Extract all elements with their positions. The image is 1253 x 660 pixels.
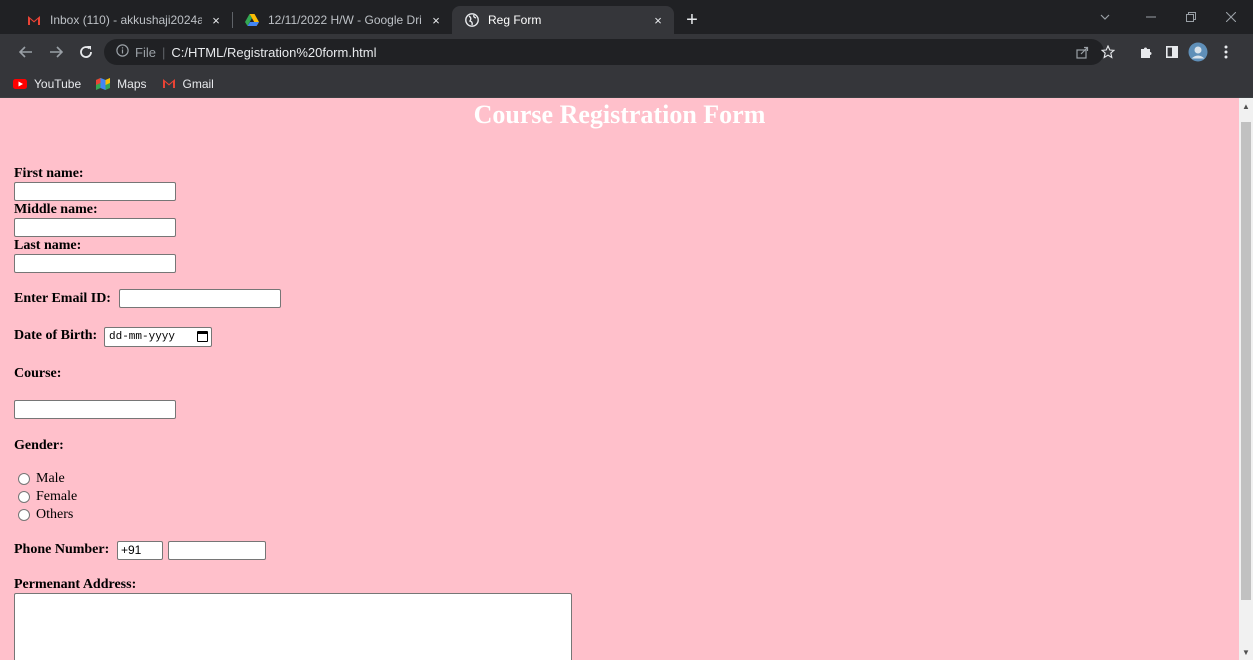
bookmark-label: YouTube bbox=[34, 76, 82, 91]
info-icon[interactable] bbox=[116, 44, 129, 60]
globe-icon bbox=[464, 12, 480, 28]
bookmarks-bar: YouTube Maps Gmail bbox=[0, 70, 1253, 98]
middle-name-input[interactable] bbox=[14, 218, 176, 237]
profile-avatar-icon[interactable] bbox=[1186, 40, 1210, 64]
forward-button[interactable] bbox=[44, 40, 68, 64]
close-icon[interactable]: × bbox=[208, 12, 224, 28]
page-title: Course Registration Form bbox=[473, 100, 766, 129]
page-viewport: Course Registration Form First name: Mid… bbox=[0, 98, 1239, 660]
phone-code-input[interactable]: +91 bbox=[117, 541, 163, 560]
page-scrollbar[interactable]: ▲ ▼ bbox=[1239, 98, 1253, 660]
address-label: Permenant Address: bbox=[14, 577, 137, 592]
back-button[interactable] bbox=[14, 40, 38, 64]
address-textarea[interactable] bbox=[14, 593, 572, 660]
minimize-icon[interactable] bbox=[1132, 6, 1170, 28]
youtube-icon bbox=[12, 78, 28, 90]
extensions-icon[interactable] bbox=[1134, 40, 1158, 64]
dob-placeholder: dd-mm-yyyy bbox=[109, 331, 176, 343]
bookmark-label: Maps bbox=[117, 76, 147, 91]
bookmark-gmail[interactable]: Gmail bbox=[161, 77, 214, 91]
tab-title: Reg Form bbox=[488, 13, 542, 27]
tab-gmail[interactable]: Inbox (110) - akkushaji2024a@m × bbox=[14, 6, 232, 34]
tab-search-icon[interactable] bbox=[1086, 6, 1124, 28]
gender-option-others[interactable]: Others bbox=[14, 507, 73, 523]
calendar-icon[interactable] bbox=[197, 331, 208, 342]
gender-label: Gender: bbox=[14, 438, 64, 453]
google-drive-icon bbox=[244, 12, 260, 28]
gmail-icon bbox=[26, 12, 42, 28]
radio-label: Others bbox=[36, 507, 74, 522]
address-bar[interactable]: File | C:/HTML/Registration%20form.html bbox=[104, 39, 1104, 65]
first-name-label: First name: bbox=[14, 166, 84, 181]
menu-icon[interactable] bbox=[1214, 40, 1238, 64]
scroll-down-arrow-icon[interactable]: ▼ bbox=[1239, 644, 1253, 660]
url-text: C:/HTML/Registration%20form.html bbox=[171, 44, 377, 60]
restore-icon[interactable] bbox=[1172, 6, 1210, 28]
radio-button[interactable] bbox=[18, 509, 30, 521]
dob-label: Date of Birth: bbox=[14, 328, 98, 343]
dob-date-input[interactable]: dd-mm-yyyy bbox=[104, 327, 212, 347]
scheme-label: File bbox=[135, 44, 156, 60]
side-panel-icon[interactable] bbox=[1160, 40, 1184, 64]
scroll-thumb[interactable] bbox=[1241, 122, 1251, 600]
new-tab-button[interactable]: + bbox=[680, 8, 704, 32]
maps-icon bbox=[95, 77, 111, 90]
browser-toolbar: File | C:/HTML/Registration%20form.html bbox=[0, 34, 1253, 70]
gender-option-female[interactable]: Female bbox=[14, 489, 77, 505]
reload-button[interactable] bbox=[74, 40, 98, 64]
scroll-up-arrow-icon[interactable]: ▲ bbox=[1239, 98, 1253, 114]
last-name-label: Last name: bbox=[14, 238, 82, 253]
divider: | bbox=[161, 44, 166, 60]
phone-number-input[interactable] bbox=[168, 541, 266, 560]
tab-title: Inbox (110) - akkushaji2024a@m bbox=[50, 13, 202, 27]
close-icon[interactable]: × bbox=[650, 12, 666, 28]
tab-reg-form[interactable]: Reg Form × bbox=[452, 6, 674, 34]
radio-button[interactable] bbox=[18, 473, 30, 485]
bookmark-maps[interactable]: Maps bbox=[95, 76, 147, 91]
share-icon[interactable] bbox=[1070, 40, 1094, 64]
phone-label: Phone Number: bbox=[14, 542, 110, 557]
close-icon[interactable]: × bbox=[428, 12, 444, 28]
email-input[interactable] bbox=[119, 289, 281, 308]
course-input[interactable] bbox=[14, 400, 176, 419]
last-name-input[interactable] bbox=[14, 254, 176, 273]
middle-name-label: Middle name: bbox=[14, 202, 98, 217]
email-label: Enter Email ID: bbox=[14, 291, 111, 306]
gender-option-male[interactable]: Male bbox=[14, 471, 65, 487]
gmail-icon bbox=[161, 78, 177, 90]
course-label: Course: bbox=[14, 366, 62, 381]
bookmark-star-icon[interactable] bbox=[1096, 40, 1120, 64]
tab-title: 12/11/2022 H/W - Google Drive bbox=[268, 13, 422, 27]
bookmark-youtube[interactable]: YouTube bbox=[12, 77, 81, 91]
radio-label: Female bbox=[36, 489, 78, 504]
radio-label: Male bbox=[36, 471, 65, 486]
bookmark-label: Gmail bbox=[182, 76, 214, 91]
tab-strip: Inbox (110) - akkushaji2024a@m × 12/11/2… bbox=[0, 0, 1253, 34]
first-name-input[interactable] bbox=[14, 182, 176, 201]
radio-button[interactable] bbox=[18, 491, 30, 503]
tab-google-drive[interactable]: 12/11/2022 H/W - Google Drive × bbox=[232, 6, 452, 34]
close-window-icon[interactable] bbox=[1212, 6, 1250, 28]
